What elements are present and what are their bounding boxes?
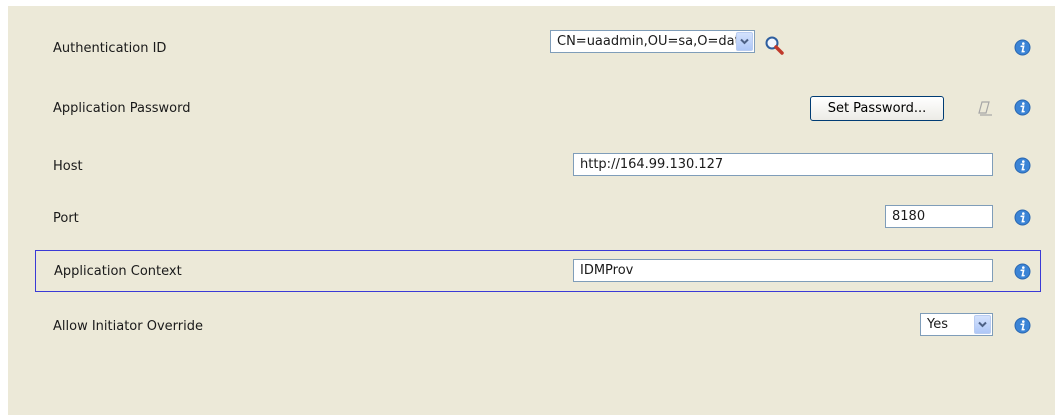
eraser-clear-password-icon bbox=[975, 97, 997, 119]
info-icon[interactable] bbox=[1014, 99, 1031, 116]
chevron-down-icon bbox=[978, 321, 987, 328]
port-row: Port 8180 bbox=[34, 200, 1041, 236]
allow-initiator-override-select[interactable]: Yes bbox=[920, 313, 993, 336]
application-context-input[interactable]: IDMProv bbox=[573, 259, 993, 282]
info-icon[interactable] bbox=[1014, 263, 1031, 280]
set-password-button[interactable]: Set Password... bbox=[810, 96, 944, 121]
application-context-row: Application Context IDMProv bbox=[35, 250, 1041, 292]
application-password-row: Application Password Set Password... bbox=[34, 90, 1041, 126]
port-label: Port bbox=[53, 211, 79, 226]
host-input[interactable]: http://164.99.130.127 bbox=[573, 153, 993, 176]
chevron-down-icon bbox=[740, 38, 749, 45]
authentication-id-label: Authentication ID bbox=[53, 41, 167, 56]
allow-initiator-override-value: Yes bbox=[927, 317, 948, 332]
magnifier-search-icon[interactable] bbox=[764, 35, 786, 57]
authentication-id-dropdown-button[interactable] bbox=[736, 32, 753, 51]
application-context-label: Application Context bbox=[54, 264, 182, 279]
info-icon[interactable] bbox=[1014, 209, 1031, 226]
info-icon[interactable] bbox=[1014, 39, 1031, 56]
allow-initiator-override-dropdown-button[interactable] bbox=[974, 315, 991, 334]
authentication-id-combobox[interactable]: CN=uaadmin,OU=sa,O=data bbox=[550, 30, 755, 53]
authentication-id-value: CN=uaadmin,OU=sa,O=data bbox=[557, 34, 748, 49]
application-password-label: Application Password bbox=[53, 101, 191, 116]
allow-initiator-override-label: Allow Initiator Override bbox=[53, 319, 203, 334]
authentication-id-row: Authentication ID CN=uaadmin,OU=sa,O=dat… bbox=[34, 30, 1041, 66]
info-icon[interactable] bbox=[1014, 157, 1031, 174]
allow-initiator-override-row: Allow Initiator Override Yes bbox=[34, 308, 1041, 344]
host-label: Host bbox=[53, 159, 83, 174]
settings-panel: Authentication ID CN=uaadmin,OU=sa,O=dat… bbox=[8, 6, 1055, 415]
port-input[interactable]: 8180 bbox=[885, 205, 993, 228]
info-icon[interactable] bbox=[1014, 317, 1031, 334]
host-row: Host http://164.99.130.127 bbox=[34, 148, 1041, 184]
